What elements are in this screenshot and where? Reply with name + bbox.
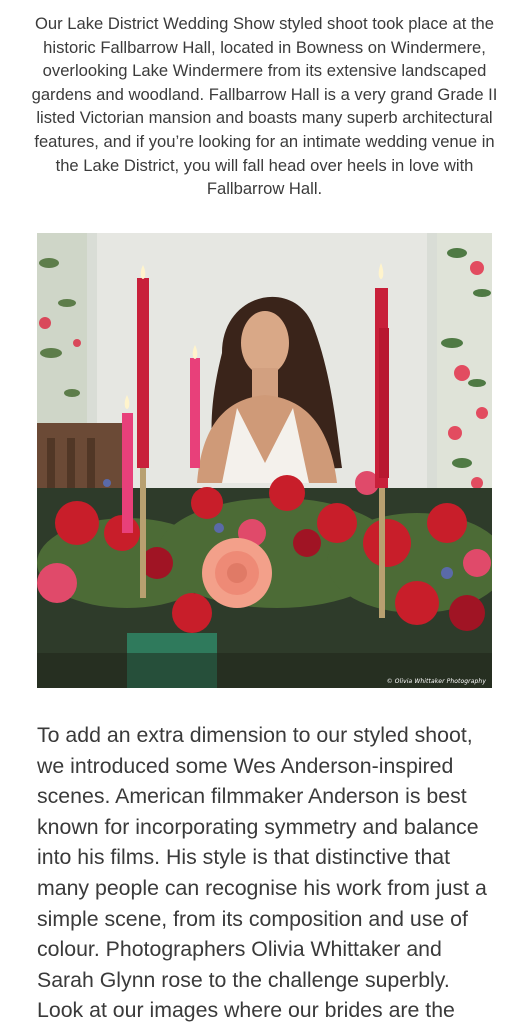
photo-credit: © Olivia Whittaker Photography: [386, 678, 486, 685]
article-photo: © Olivia Whittaker Photography: [37, 233, 492, 688]
body-paragraph: To add an extra dimension to our styled …: [37, 723, 487, 1023]
photo-bride-at-floral-table: [37, 233, 492, 688]
intro-paragraph: Our Lake District Wedding Show styled sh…: [31, 14, 498, 199]
